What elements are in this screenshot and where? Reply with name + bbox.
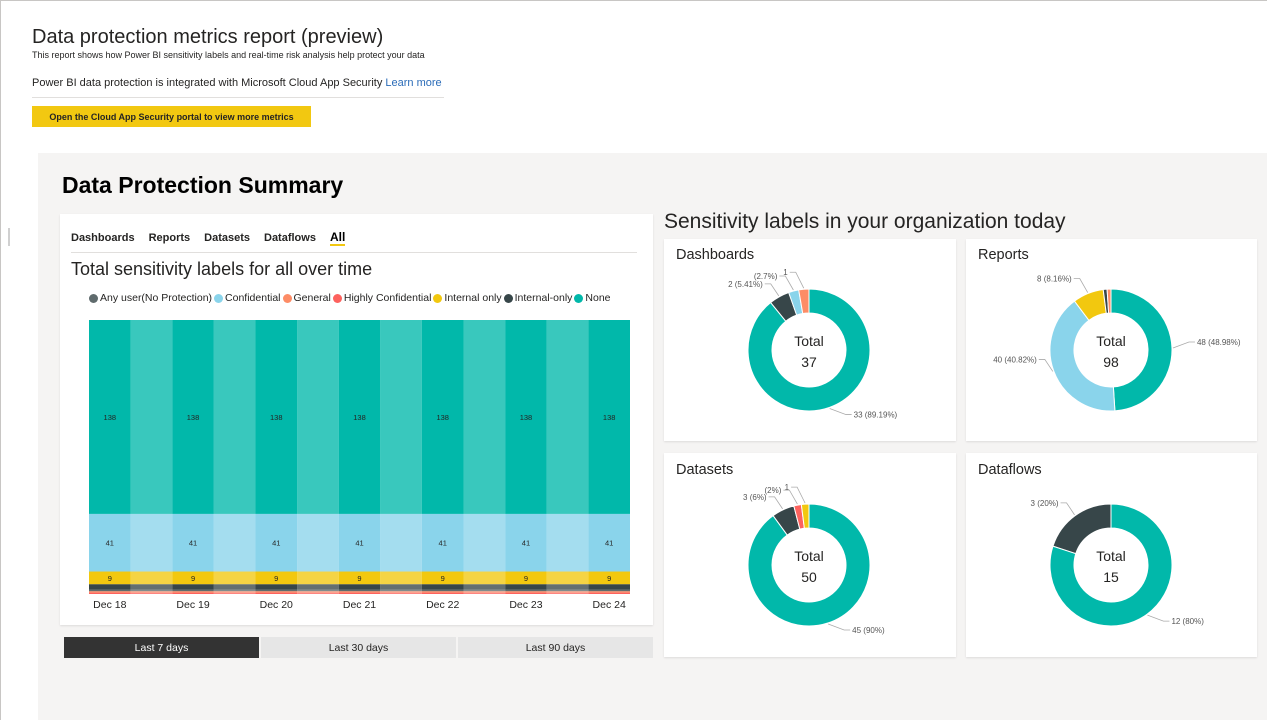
last-30-days-button[interactable]: Last 30 days bbox=[261, 637, 456, 658]
page-subtitle: This report shows how Power BI sensitivi… bbox=[32, 50, 425, 60]
legend-label: None bbox=[585, 292, 611, 304]
type-tabs: Dashboards Reports Datasets Dataflows All bbox=[71, 230, 359, 246]
legend-item[interactable]: Any user(No Protection) bbox=[89, 292, 212, 304]
sensitivity-title: Sensitivity labels in your organization … bbox=[664, 210, 1066, 233]
learn-more-link[interactable]: Learn more bbox=[385, 77, 441, 89]
datasets-card-title: Datasets bbox=[676, 462, 734, 478]
dashboards-card-title: Dashboards bbox=[676, 247, 755, 263]
legend-item[interactable]: None bbox=[574, 292, 611, 304]
left-resize-handle[interactable] bbox=[8, 228, 10, 246]
window-border-top bbox=[0, 0, 1267, 1]
legend-label: Confidential bbox=[225, 292, 281, 304]
dataflows-card bbox=[966, 453, 1257, 657]
header-divider bbox=[32, 97, 444, 98]
integration-text: Power BI data protection is integrated w… bbox=[32, 77, 383, 89]
legend-item[interactable]: Highly Confidential bbox=[332, 292, 432, 304]
dashboards-card bbox=[664, 239, 956, 441]
legend-item[interactable]: General bbox=[282, 292, 331, 304]
legend-label: General bbox=[293, 292, 331, 304]
legend-label: Any user(No Protection) bbox=[100, 292, 213, 304]
tab-reports[interactable]: Reports bbox=[149, 232, 191, 244]
tab-dataflows[interactable]: Dataflows bbox=[264, 232, 316, 244]
trend-chart-title: Total sensitivity labels for all over ti… bbox=[71, 259, 373, 279]
tab-all[interactable]: All bbox=[329, 230, 346, 246]
reports-card bbox=[966, 239, 1257, 441]
tab-dashboards[interactable]: Dashboards bbox=[71, 232, 135, 244]
legend-dot bbox=[282, 293, 292, 303]
open-cloud-app-security-button[interactable]: Open the Cloud App Security portal to vi… bbox=[32, 106, 311, 127]
page-title: Data protection metrics report (preview) bbox=[32, 26, 384, 48]
summary-title: Data Protection Summary bbox=[62, 172, 344, 198]
legend-dot bbox=[89, 293, 98, 303]
last-90-days-button[interactable]: Last 90 days bbox=[458, 637, 653, 658]
tabs-divider bbox=[71, 252, 637, 253]
legend-dot bbox=[332, 293, 342, 303]
legend-item[interactable]: Confidential bbox=[214, 292, 281, 304]
integration-line: Power BI data protection is integrated w… bbox=[32, 77, 442, 89]
dataflows-card-title: Dataflows bbox=[978, 462, 1042, 478]
tab-datasets[interactable]: Datasets bbox=[204, 232, 250, 244]
legend-dot bbox=[574, 293, 584, 303]
legend-label: Internal only bbox=[444, 292, 502, 304]
window-border-left bbox=[0, 0, 1, 720]
legend-item[interactable]: Internal only bbox=[433, 292, 502, 304]
legend-dot bbox=[503, 293, 513, 303]
last-7-days-button[interactable]: Last 7 days bbox=[64, 637, 259, 658]
legend-label: Internal-only bbox=[514, 292, 573, 304]
legend-label: Highly Confidential bbox=[343, 292, 432, 304]
chart-legend: Any user(No Protection) Confidential Gen… bbox=[89, 292, 613, 304]
legend-dot bbox=[433, 293, 443, 303]
reports-card-title: Reports bbox=[978, 247, 1029, 263]
legend-dot bbox=[214, 293, 224, 303]
legend-item[interactable]: Internal-only bbox=[503, 292, 573, 304]
datasets-card bbox=[664, 453, 956, 657]
